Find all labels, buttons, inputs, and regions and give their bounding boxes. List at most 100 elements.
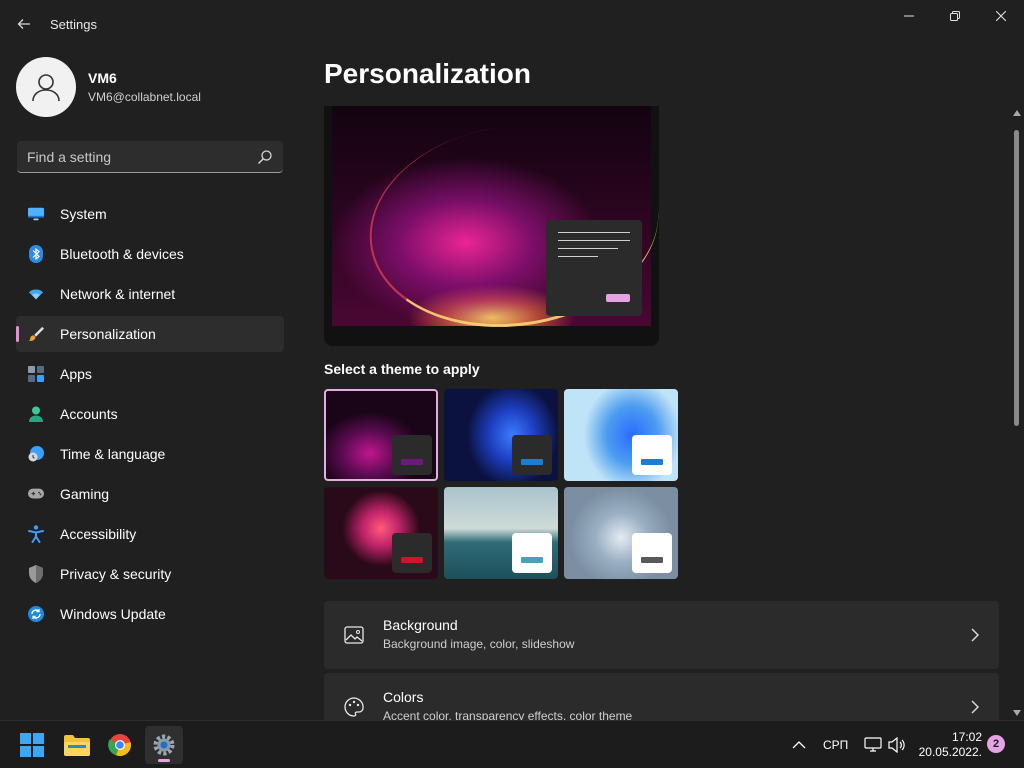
theme-grid (324, 389, 684, 581)
sidebar-item-apps[interactable]: Apps (16, 356, 284, 392)
accessibility-icon (28, 525, 44, 543)
notification-badge[interactable]: 2 (987, 735, 1005, 753)
minimize-icon (904, 15, 914, 17)
sidebar-item-personalization[interactable]: Personalization (16, 316, 284, 352)
theme-tile-sunrise-flow[interactable] (564, 487, 678, 579)
sidebar-item-label: Personalization (60, 326, 156, 342)
scroll-down-arrow-icon[interactable] (1013, 710, 1021, 716)
sidebar-item-windows-update[interactable]: Windows Update (16, 596, 284, 632)
bluetooth-icon (28, 245, 44, 263)
settings-icon (153, 734, 175, 756)
scroll-up-arrow-icon[interactable] (1013, 110, 1021, 116)
theme-heading: Select a theme to apply (324, 361, 480, 377)
wifi-icon (28, 286, 44, 302)
setting-background[interactable]: Background Background image, color, slid… (324, 601, 999, 669)
sidebar-item-accounts[interactable]: Accounts (16, 396, 284, 432)
setting-colors[interactable]: Colors Accent color, transparency effect… (324, 673, 999, 720)
restore-icon (950, 11, 960, 21)
theme-tile-captured-motion[interactable] (324, 487, 438, 579)
restore-button[interactable] (932, 0, 978, 32)
taskbar-clock[interactable]: 17:02 20.05.2022. (912, 730, 982, 760)
taskbar: СРП 17:02 20.05.2022. (0, 720, 1024, 768)
sidebar-item-label: System (60, 206, 107, 222)
avatar (16, 57, 76, 117)
theme-card-preview (512, 533, 552, 573)
start-button[interactable] (13, 726, 51, 764)
sidebar-item-gaming[interactable]: Gaming (16, 476, 284, 512)
vertical-scrollbar[interactable] (1012, 106, 1022, 720)
user-profile[interactable]: VM6 VM6@collabnet.local (16, 56, 201, 118)
sidebar-item-accessibility[interactable]: Accessibility (16, 516, 284, 552)
profile-name: VM6 (88, 70, 117, 86)
volume-button[interactable] (888, 735, 906, 755)
theme-card-preview (632, 533, 672, 573)
speaker-icon (888, 737, 905, 753)
chrome-icon (108, 734, 131, 757)
sidebar-item-label: Accounts (60, 406, 118, 422)
back-arrow-icon (17, 19, 30, 29)
close-button[interactable] (978, 0, 1024, 32)
system-icon (28, 206, 44, 222)
chevron-up-icon (792, 741, 806, 749)
chrome-button[interactable] (101, 726, 139, 764)
clock-globe-icon (28, 446, 44, 462)
start-icon (20, 733, 44, 757)
preview-window (546, 220, 642, 316)
chevron-right-icon (971, 628, 979, 642)
theme-card-preview (392, 533, 432, 573)
sidebar-item-label: Accessibility (60, 526, 137, 542)
shield-icon (28, 565, 44, 583)
page-title: Personalization (324, 58, 531, 89)
title-bar: Settings (0, 0, 1024, 48)
sidebar-item-bluetooth[interactable]: Bluetooth & devices (16, 236, 284, 272)
scroll-thumb[interactable] (1014, 130, 1019, 426)
palette-icon (344, 697, 364, 717)
file-explorer-button[interactable] (58, 726, 96, 764)
chevron-right-icon (971, 700, 979, 714)
active-app-indicator (158, 759, 170, 762)
theme-tile-windows-11-glow-dark[interactable] (324, 389, 438, 481)
gamepad-icon (28, 486, 44, 502)
setting-title: Background (383, 617, 458, 633)
back-button[interactable] (10, 10, 38, 38)
sidebar-item-label: Gaming (60, 486, 110, 502)
content-area: Select a theme to apply Background Backg… (300, 106, 1010, 720)
settings-window: Settings VM6 VM6@collabnet.local System (0, 0, 1024, 720)
input-language-indicator[interactable]: СРП (823, 735, 848, 755)
image-icon (344, 626, 364, 644)
brush-icon (28, 326, 44, 342)
minimize-button[interactable] (886, 0, 932, 32)
search-input[interactable] (17, 141, 247, 172)
network-icon (864, 737, 882, 752)
sidebar-item-label: Time & language (60, 446, 166, 462)
setting-subtitle: Background image, color, slideshow (383, 637, 575, 651)
accounts-icon (28, 406, 44, 422)
close-icon (996, 11, 1006, 21)
app-title: Settings (50, 17, 97, 32)
sidebar-item-label: Network & internet (60, 286, 176, 302)
theme-card-preview (392, 435, 432, 475)
theme-tile-windows-dark-bloom[interactable] (444, 389, 558, 481)
theme-tile-windows-light-bloom[interactable] (564, 389, 678, 481)
settings-taskbar-button[interactable] (145, 726, 183, 764)
update-icon (28, 606, 44, 622)
setting-title: Colors (383, 689, 424, 705)
theme-preview (324, 106, 659, 346)
preview-accent-button (606, 294, 630, 302)
sidebar-item-label: Bluetooth & devices (60, 246, 184, 262)
sidebar-item-label: Windows Update (60, 606, 166, 622)
sidebar-item-network[interactable]: Network & internet (16, 276, 284, 312)
profile-email: VM6@collabnet.local (88, 90, 201, 104)
theme-card-preview (512, 435, 552, 475)
sidebar-item-label: Apps (60, 366, 92, 382)
theme-tile-glow-lake[interactable] (444, 487, 558, 579)
network-status-button[interactable] (864, 735, 882, 755)
clock-date: 20.05.2022. (918, 745, 982, 759)
show-hidden-icons-button[interactable] (792, 735, 806, 755)
apps-icon (28, 366, 44, 382)
sidebar-item-time-language[interactable]: Time & language (16, 436, 284, 472)
file-explorer-icon (64, 735, 90, 756)
sidebar-item-system[interactable]: System (16, 196, 284, 232)
search-icon[interactable] (257, 149, 273, 165)
sidebar-item-privacy-security[interactable]: Privacy & security (16, 556, 284, 592)
